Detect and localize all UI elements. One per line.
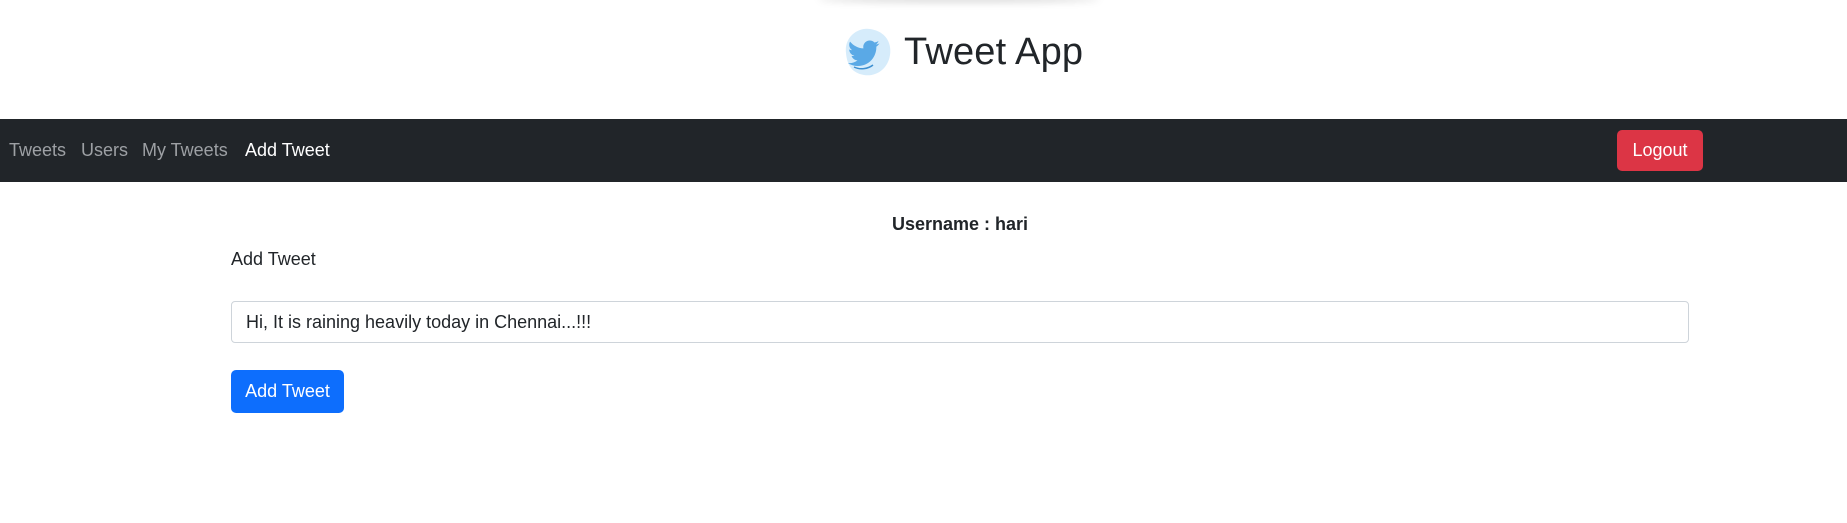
top-navbar: Tweets Users My Tweets Add Tweet Logout — [0, 119, 1847, 182]
twitter-bird-icon — [838, 23, 896, 81]
nav-add-tweet-link[interactable]: Add Tweet — [245, 119, 330, 182]
tweet-text-input[interactable] — [231, 301, 1689, 343]
add-tweet-button[interactable]: Add Tweet — [231, 370, 344, 413]
add-tweet-form-label: Add Tweet — [231, 249, 316, 269]
nav-tweets-link[interactable]: Tweets — [9, 119, 66, 182]
logout-button[interactable]: Logout — [1617, 130, 1703, 171]
username-label: Username : hari — [891, 214, 1029, 234]
app-title: Tweet App — [904, 30, 1084, 73]
app-brand: Tweet App — [838, 22, 1083, 82]
nav-my-tweets-link[interactable]: My Tweets — [142, 119, 228, 182]
nav-users-link[interactable]: Users — [81, 119, 128, 182]
